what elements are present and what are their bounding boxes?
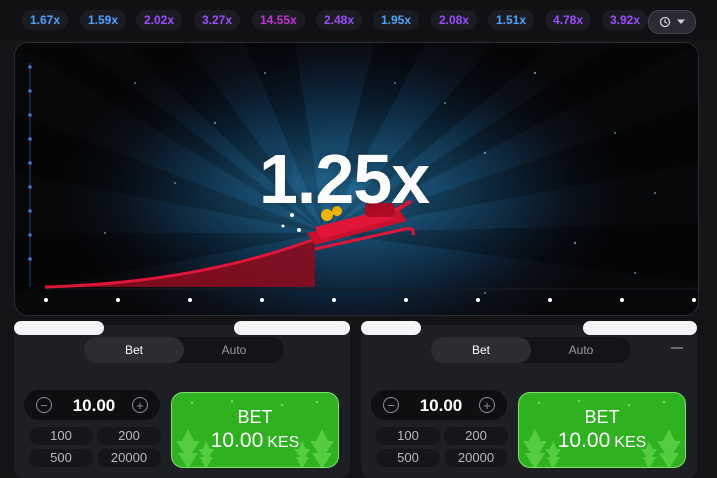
history-multiplier: 2.48x — [316, 10, 363, 30]
snow-cap — [583, 321, 697, 335]
increase-button[interactable]: + — [132, 397, 148, 413]
bet-panel-2: Bet Auto − + 100 200 500 20000 BET 10.00… — [361, 321, 697, 478]
tab-bet[interactable]: Bet — [431, 337, 531, 363]
bet-amount-input[interactable] — [58, 390, 130, 422]
clock-history-icon — [659, 16, 670, 28]
snow-cap — [234, 321, 350, 335]
history-multiplier: 2.02x — [136, 10, 183, 30]
tab-auto[interactable]: Auto — [184, 337, 284, 363]
quick-amount-button[interactable]: 100 — [29, 427, 93, 445]
history-multiplier: 1.67x — [22, 10, 69, 30]
history-multiplier: 1.51x — [488, 10, 535, 30]
snow-cap — [14, 321, 104, 335]
bet-amount-input[interactable] — [405, 390, 477, 422]
history-multiplier: 4.78x — [545, 10, 592, 30]
quick-amount-button[interactable]: 20000 — [97, 449, 161, 467]
remove-panel-button[interactable] — [671, 347, 683, 349]
bet-button-label: BET — [584, 407, 620, 427]
bet-button-amount: 10.00 KES — [210, 429, 300, 452]
quick-amount-button[interactable]: 500 — [376, 449, 440, 467]
history-multiplier: 14.55x — [252, 10, 305, 30]
bet-button-amount: 10.00 KES — [557, 429, 647, 452]
bet-panel-1: Bet Auto − + 100 200 500 20000 BET 10.00… — [14, 321, 350, 478]
bet-button-label: BET — [237, 407, 273, 427]
quick-amount-button[interactable]: 100 — [376, 427, 440, 445]
decrease-button[interactable]: − — [36, 397, 52, 413]
game-canvas: 1.25x — [14, 42, 699, 316]
quick-amount-button[interactable]: 500 — [29, 449, 93, 467]
bet-amount-stepper: − + — [371, 390, 507, 422]
bet-mode-toggle: Bet Auto — [431, 337, 631, 363]
bet-button[interactable]: BET 10.00 KES — [518, 392, 686, 468]
current-multiplier: 1.25x — [259, 140, 430, 218]
quick-amount-button[interactable]: 20000 — [444, 449, 508, 467]
bet-mode-toggle: Bet Auto — [84, 337, 284, 363]
snow-cap — [361, 321, 421, 335]
history-multiplier: 3.27x — [194, 10, 241, 30]
tab-auto[interactable]: Auto — [531, 337, 631, 363]
bet-amount-stepper: − + — [24, 390, 160, 422]
history-multiplier: 1.95x — [373, 10, 420, 30]
bet-button[interactable]: BET 10.00 KES — [171, 392, 339, 468]
history-multiplier: 1.59x — [80, 10, 127, 30]
quick-amount-button[interactable]: 200 — [444, 427, 508, 445]
decrease-button[interactable]: − — [383, 397, 399, 413]
increase-button[interactable]: + — [479, 397, 495, 413]
tab-bet[interactable]: Bet — [84, 337, 184, 363]
history-toggle-button[interactable] — [648, 10, 696, 34]
multiplier-history-bar: 1.67x 1.59x 2.02x 3.27x 14.55x 2.48x 1.9… — [0, 0, 717, 40]
chevron-down-icon — [676, 19, 685, 24]
history-multiplier: 2.08x — [431, 10, 478, 30]
history-multiplier: 3.92x — [602, 10, 648, 30]
quick-amount-button[interactable]: 200 — [97, 427, 161, 445]
